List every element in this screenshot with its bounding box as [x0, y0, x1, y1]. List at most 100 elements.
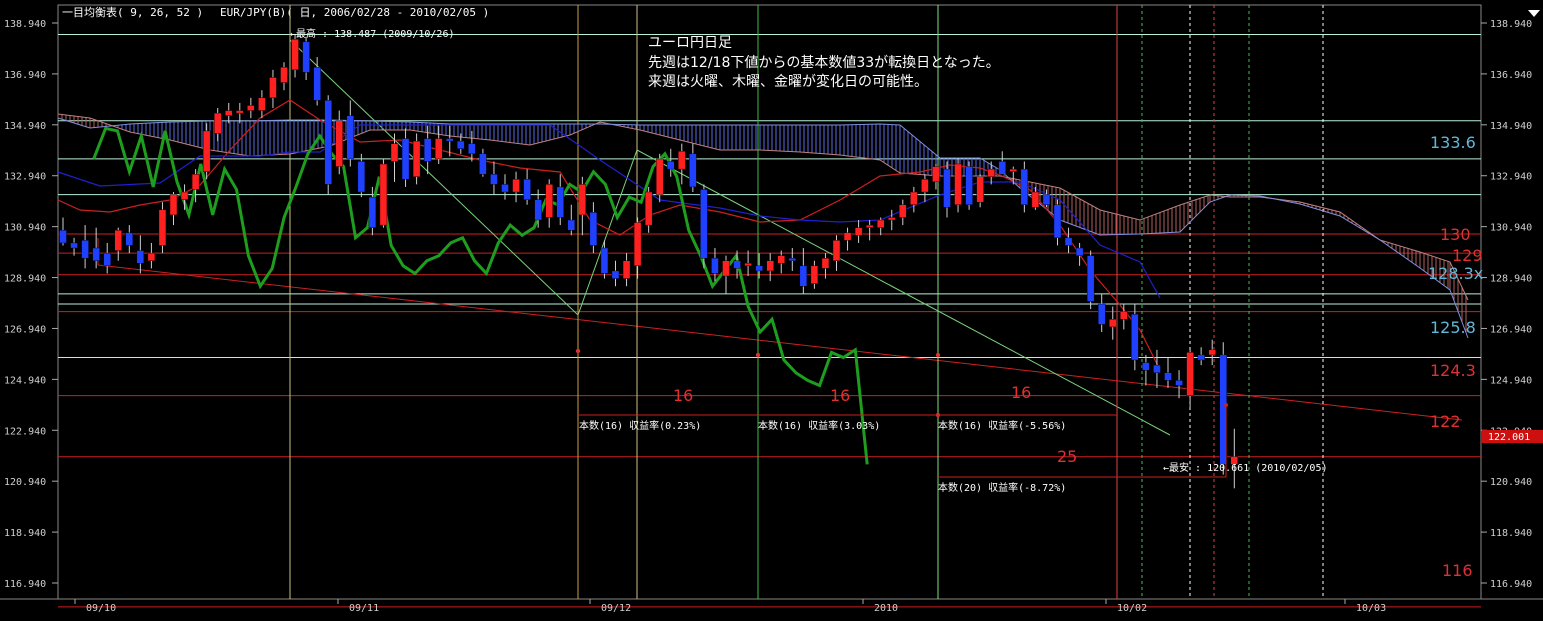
candle-body — [291, 39, 299, 71]
candle-body — [92, 247, 100, 261]
y-tick-label-right: 118.940 — [1490, 528, 1532, 539]
y-tick-label-right: 134.940 — [1490, 121, 1532, 132]
candle-body — [1064, 237, 1073, 246]
y-tick-label-right: 120.940 — [1490, 477, 1532, 488]
candle-body — [534, 199, 542, 221]
candle-body — [832, 240, 841, 261]
candle-body — [1208, 349, 1216, 356]
y-tick-label-left: 118.940 — [4, 528, 46, 539]
level-label-130: 130 — [1440, 225, 1471, 244]
current-price-value: 122.001 — [1488, 432, 1530, 443]
memo-line-2: 先週は12/18下値からの基本数値33が転換日となった。 — [648, 54, 1000, 71]
x-tick-label: 09/10 — [86, 603, 116, 614]
candle-body — [854, 227, 863, 236]
cycle-dot — [755, 352, 761, 358]
y-tick-label-right: 124.940 — [1490, 375, 1532, 386]
symbol-range: EUR/JPY(B)( 日, 2006/02/28 - 2010/02/05 ) — [220, 6, 489, 19]
candle-body — [1109, 319, 1117, 328]
candle-body — [1097, 303, 1106, 325]
candle-body — [987, 168, 995, 177]
candle-body — [799, 265, 808, 287]
candle-body — [998, 161, 1006, 175]
candle-body — [490, 173, 498, 185]
candle-body — [633, 222, 642, 267]
stat-label-3: 本数(16) 収益率(-5.56%) — [938, 419, 1066, 432]
candle-body — [1031, 191, 1040, 208]
cycle-dot — [935, 352, 941, 358]
low-label: ←最安 : 120.661 (2010/02/05) — [1163, 461, 1328, 474]
candle-body — [943, 168, 951, 208]
candle-body — [667, 161, 675, 170]
indicator-title: 一目均衡表( 9, 26, 52 ) — [62, 5, 203, 19]
candle-body — [556, 186, 564, 218]
candle-body — [147, 252, 156, 261]
high-label: ←最高 : 138.487 (2009/10/26) — [290, 27, 455, 40]
candle-body — [644, 191, 653, 226]
candle-body — [158, 209, 167, 246]
candle-body — [136, 250, 145, 264]
level-label-129: 129 — [1452, 246, 1483, 265]
candle-body — [656, 158, 664, 195]
candle-body — [103, 252, 111, 267]
candle-body — [611, 270, 620, 279]
candle-body — [1075, 247, 1084, 256]
candle-body — [313, 67, 321, 101]
x-tick-label: 09/12 — [601, 603, 631, 614]
y-tick-label-left: 126.940 — [4, 324, 46, 335]
memo-line-1: ユーロ円日足 — [648, 35, 732, 51]
candle-body — [865, 224, 874, 228]
y-tick-label-left: 136.940 — [4, 70, 46, 81]
count-label-3: 16 — [1011, 383, 1031, 402]
candle-body — [423, 138, 432, 162]
candle-body — [777, 255, 785, 264]
level-label-124-3: 124.3 — [1430, 361, 1476, 380]
x-tick-label: 09/11 — [349, 603, 379, 614]
candle-body — [1131, 314, 1139, 361]
candle-body — [1164, 372, 1172, 381]
candle-body — [932, 166, 940, 183]
candle-body — [401, 138, 410, 180]
candle-body — [191, 173, 200, 190]
y-tick-label-left: 130.940 — [4, 223, 46, 234]
candle-body — [269, 77, 277, 99]
candle-body — [589, 212, 598, 246]
y-tick-label-left: 120.940 — [4, 477, 46, 488]
candle-body — [711, 258, 719, 274]
candle-body — [755, 265, 763, 272]
candle-body — [81, 240, 89, 259]
x-tick-label: 10/02 — [1117, 603, 1147, 614]
y-tick-label-left: 138.940 — [4, 19, 46, 30]
y-tick-label-right: 132.940 — [1490, 172, 1532, 183]
candle-body — [965, 166, 973, 205]
candle-body — [412, 140, 421, 177]
candle-body — [169, 194, 178, 216]
candle-body — [888, 217, 896, 221]
y-tick-label-left: 122.940 — [4, 426, 46, 437]
candle-body — [379, 163, 388, 226]
candle-body — [435, 138, 443, 160]
candle-body — [910, 191, 918, 205]
candle-body — [468, 143, 476, 155]
candle-body — [1086, 255, 1095, 302]
candle-body — [1153, 364, 1161, 373]
candle-body — [202, 130, 211, 172]
candle-body — [600, 247, 609, 274]
candle-body — [700, 189, 708, 259]
y-tick-label-right: 126.940 — [1490, 324, 1532, 335]
candle-body — [346, 115, 354, 160]
candle-body — [280, 67, 288, 83]
candle-body — [70, 242, 78, 249]
candle-body — [213, 112, 222, 134]
stat-label-4: 本数(20) 収益率(-8.72%) — [938, 481, 1066, 494]
level-label-133-6: 133.6 — [1430, 133, 1476, 152]
count-label-4: 25 — [1057, 447, 1077, 466]
candle-body — [1053, 204, 1062, 239]
candle-body — [567, 219, 575, 231]
y-tick-label-right: 138.940 — [1490, 19, 1532, 30]
level-label-122: 122 — [1430, 412, 1461, 431]
stat-label-2: 本数(16) 収益率(3.03%) — [758, 419, 880, 432]
y-tick-label-left: 132.940 — [4, 172, 46, 183]
candle-body — [247, 105, 255, 111]
count-label-1: 16 — [673, 386, 693, 405]
candle-body — [899, 204, 907, 218]
